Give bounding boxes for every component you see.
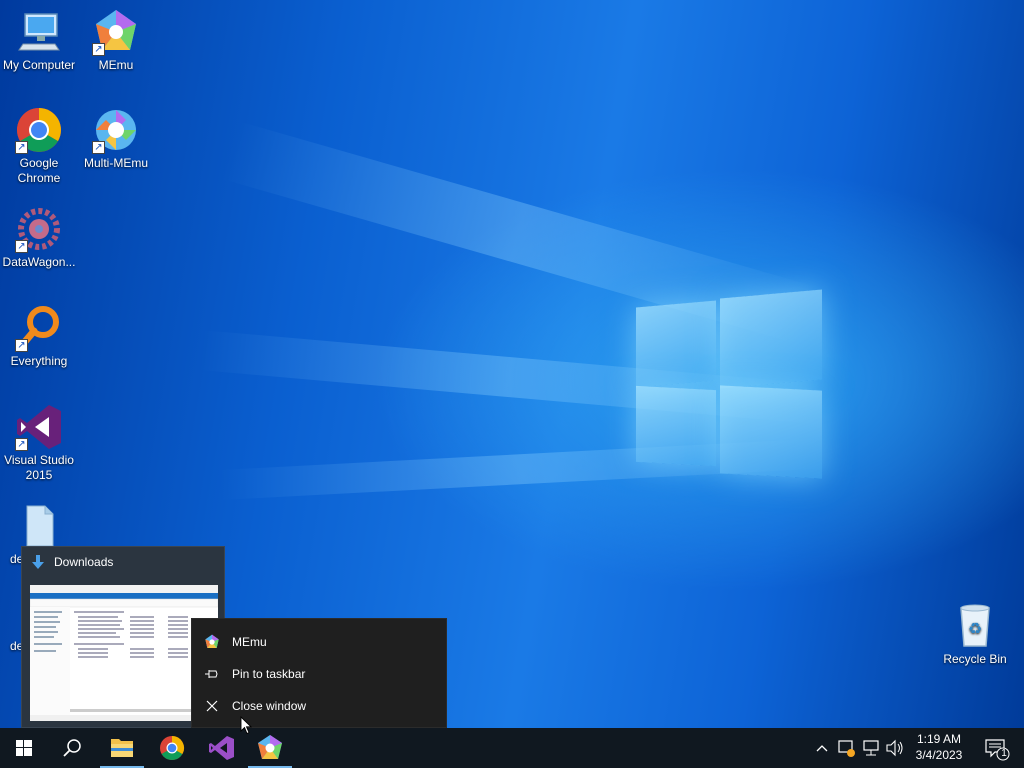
- network-icon: [863, 740, 879, 756]
- taskbar: 1:19 AM 3/4/2023 1: [0, 728, 1024, 768]
- memu-icon: [204, 634, 220, 650]
- visual-studio-icon: ↗: [15, 403, 63, 451]
- start-icon: [16, 740, 32, 756]
- file-icon: [15, 502, 63, 550]
- multi-memu-icon: ↗: [92, 106, 140, 154]
- start-button[interactable]: [0, 728, 48, 768]
- desktop-icon-datawagon[interactable]: ↗ DataWagon...: [0, 205, 78, 270]
- recycle-bin-icon: ♻: [951, 602, 999, 650]
- desktop-icon-recycle-bin[interactable]: ♻ Recycle Bin: [936, 602, 1014, 667]
- security-warning-icon: [838, 740, 855, 757]
- tray-action-center-security[interactable]: [836, 728, 856, 768]
- menu-item-pin-to-taskbar[interactable]: Pin to taskbar: [192, 658, 448, 690]
- monitor-icon: [15, 8, 63, 56]
- desktop-icon-label: My Computer: [2, 58, 76, 72]
- menu-item-memu[interactable]: MEmu: [192, 626, 448, 658]
- chrome-icon: [160, 736, 185, 761]
- taskbar-chrome[interactable]: [148, 728, 196, 768]
- close-icon: [204, 698, 220, 714]
- desktop-icon-memu[interactable]: ↗ MEmu: [77, 8, 155, 73]
- desktop-icon-multi-memu[interactable]: ↗ Multi-MEmu: [77, 106, 155, 171]
- desktop-icon-everything[interactable]: ↗ Everything: [0, 304, 78, 369]
- notification-icon: [985, 739, 1010, 761]
- datawagon-icon: ↗: [15, 205, 63, 253]
- menu-item-label: Pin to taskbar: [232, 667, 306, 681]
- tray-network[interactable]: [860, 728, 882, 768]
- taskbar-memu[interactable]: [246, 728, 294, 768]
- desktop-icon-label: DataWagon...: [2, 255, 76, 269]
- memu-icon: [258, 735, 282, 759]
- pin-icon: [204, 666, 220, 682]
- desktop-icon-label: Google Chrome: [17, 156, 61, 185]
- tray-volume[interactable]: [884, 728, 906, 768]
- menu-item-close-window[interactable]: Close window: [192, 690, 448, 722]
- desktop-icon-visual-studio[interactable]: ↗ Visual Studio 2015: [0, 403, 78, 483]
- chevron-up-icon: [816, 745, 828, 752]
- desktop-icon-label: MEmu: [98, 58, 134, 72]
- file-explorer-icon: [111, 739, 133, 757]
- taskbar-clock[interactable]: 1:19 AM 3/4/2023: [908, 731, 970, 763]
- desktop-icon-label: Multi-MEmu: [83, 156, 148, 170]
- tray-overflow-button[interactable]: [812, 728, 832, 768]
- visual-studio-icon: [209, 736, 234, 760]
- speaker-icon: [886, 739, 903, 757]
- search-icon: [63, 739, 81, 757]
- preview-title: Downloads: [54, 555, 114, 569]
- desktop-icon-google-chrome[interactable]: ↗ Google Chrome: [0, 106, 78, 186]
- taskbar-visual-studio[interactable]: [197, 728, 245, 768]
- download-arrow-icon: [30, 554, 46, 570]
- notification-count-badge: 1: [1001, 748, 1007, 759]
- desktop-icon-label: Everything: [10, 354, 68, 368]
- desktop-icon-my-computer[interactable]: My Computer: [0, 8, 78, 73]
- windows-wallpaper-logo: [636, 289, 822, 480]
- desktop-icon-label: Visual Studio 2015: [4, 453, 74, 482]
- memu-icon: ↗: [92, 8, 140, 56]
- menu-item-label: Close window: [232, 699, 307, 713]
- clock-time: 1:19 AM: [916, 732, 962, 746]
- clock-date: 3/4/2023: [915, 748, 963, 762]
- action-center-button[interactable]: 1: [978, 728, 1018, 768]
- svg-text:♻: ♻: [968, 619, 982, 638]
- mouse-cursor-icon: [240, 716, 252, 735]
- taskbar-context-menu: MEmu Pin to taskbar Close window: [191, 618, 447, 728]
- desktop-icon-label: Recycle Bin: [943, 652, 1007, 666]
- search-magnifier-icon: ↗: [15, 304, 63, 352]
- search-button[interactable]: [48, 728, 96, 768]
- taskbar-file-explorer[interactable]: [98, 728, 146, 768]
- preview-thumbnail-image: [30, 585, 218, 721]
- menu-item-label: MEmu: [232, 635, 267, 649]
- chrome-icon: ↗: [15, 106, 63, 154]
